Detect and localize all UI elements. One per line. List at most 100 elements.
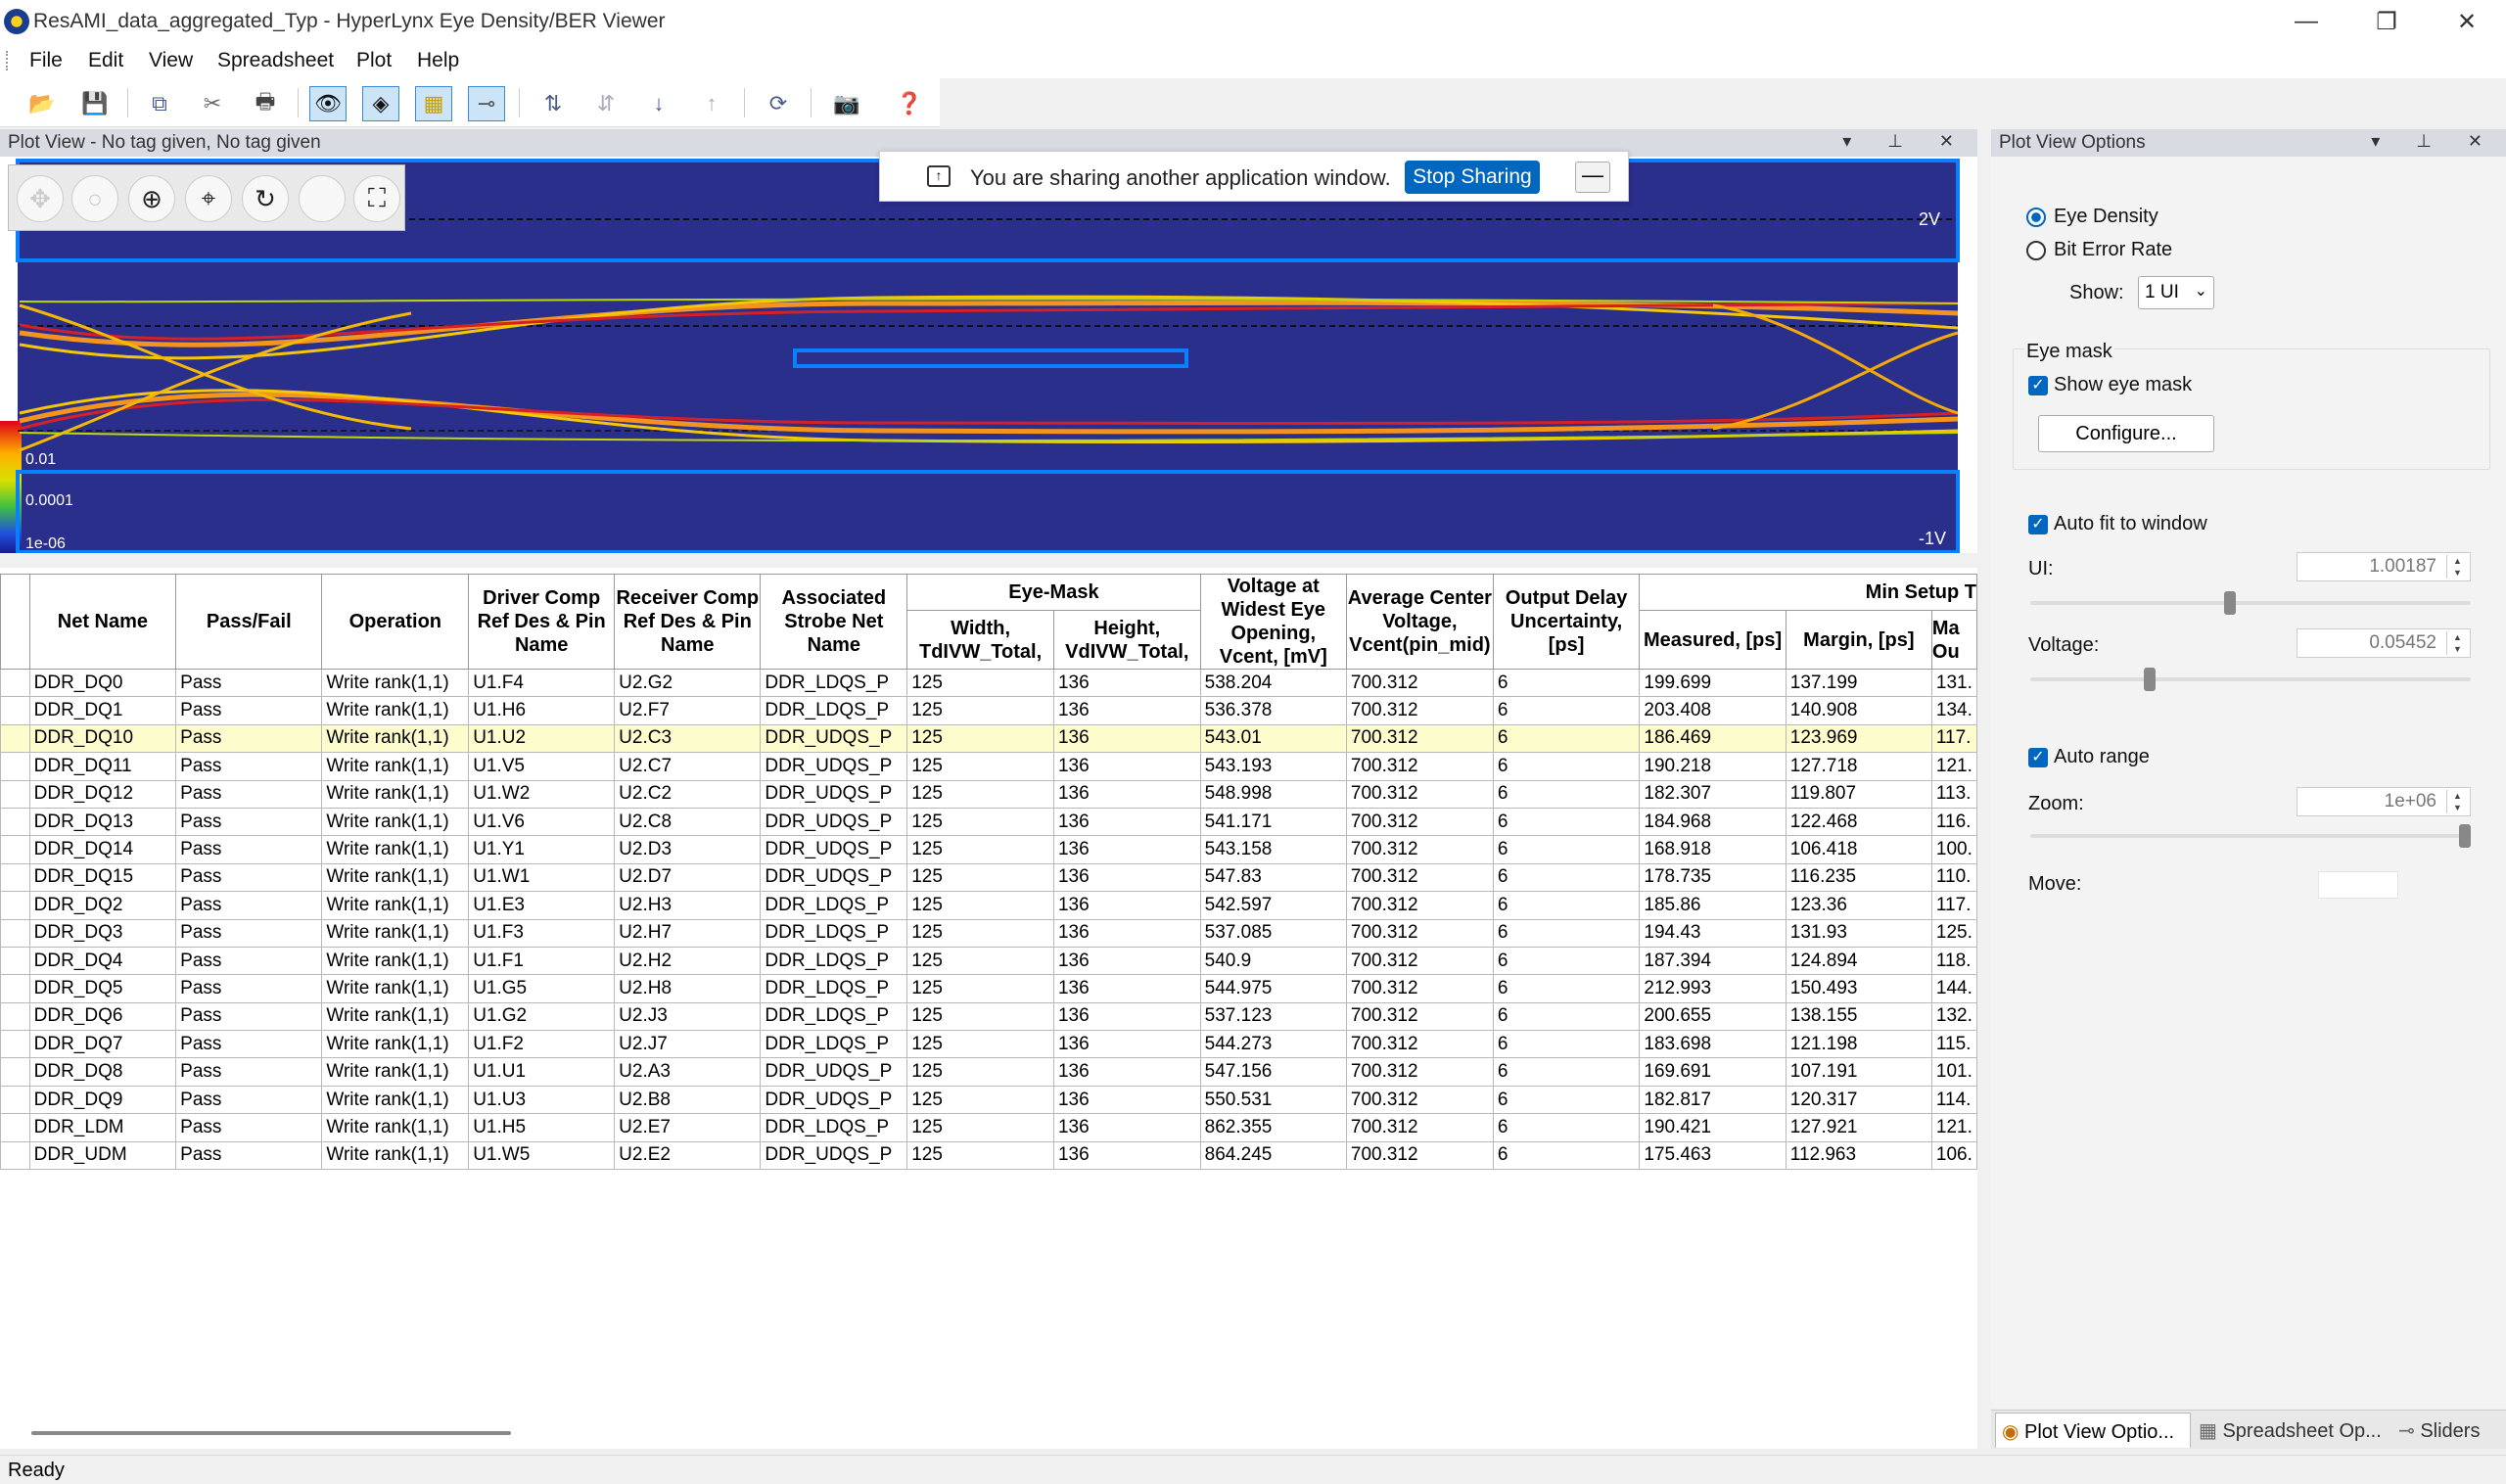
col-operation[interactable]: Operation bbox=[321, 574, 470, 670]
cell-height[interactable]: 136 bbox=[1052, 1085, 1201, 1115]
cut-icon[interactable]: ✂ bbox=[194, 86, 231, 121]
cell-pass-fail[interactable]: Pass bbox=[175, 1085, 323, 1115]
table-row[interactable]: DDR_DQ7 Pass Write rank(1,1) U1.F2 U2.J7 DDR_… bbox=[0, 1030, 1977, 1059]
cell-receiver[interactable]: U2.C2 bbox=[614, 779, 762, 809]
cell-margin[interactable]: 122.468 bbox=[1785, 807, 1932, 837]
cell-vcent[interactable]: 543.158 bbox=[1199, 835, 1347, 864]
voltage-spin-arrows[interactable]: ▲ ▼ bbox=[2446, 631, 2468, 655]
cell-margin[interactable]: 127.718 bbox=[1785, 752, 1932, 781]
row-header[interactable] bbox=[0, 891, 30, 920]
cell-receiver[interactable]: U2.H2 bbox=[614, 946, 762, 976]
cell-width[interactable]: 125 bbox=[906, 946, 1054, 976]
cell-width[interactable]: 125 bbox=[906, 862, 1054, 893]
cell-pass-fail[interactable]: Pass bbox=[175, 752, 323, 781]
cell-net-name[interactable]: DDR_DQ8 bbox=[28, 1057, 177, 1087]
cell-operation[interactable]: Write rank(1,1) bbox=[321, 668, 470, 698]
cell-output-delay[interactable]: 6 bbox=[1492, 696, 1641, 725]
table-row[interactable]: DDR_DQ12 Pass Write rank(1,1) U1.W2 U2.C2 DDR… bbox=[0, 779, 1977, 809]
cell-margin[interactable]: 137.199 bbox=[1785, 668, 1932, 698]
cell-output-delay[interactable]: 6 bbox=[1492, 1030, 1641, 1059]
cell-output-delay[interactable]: 6 bbox=[1492, 1057, 1641, 1087]
cell-strobe[interactable]: DDR_UDQS_P bbox=[760, 779, 908, 809]
cell-vcent[interactable]: 544.273 bbox=[1199, 1030, 1347, 1059]
cell-measured[interactable]: 185.86 bbox=[1639, 891, 1787, 920]
cell-output-delay[interactable]: 6 bbox=[1492, 807, 1641, 837]
table-row[interactable]: DDR_UDM Pass Write rank(1,1) U1.W5 U2.E2 DDR_… bbox=[0, 1140, 1977, 1171]
cell-avg-center[interactable]: 700.312 bbox=[1345, 1085, 1494, 1115]
cell-width[interactable]: 125 bbox=[906, 779, 1054, 809]
cell-measured[interactable]: 186.469 bbox=[1639, 723, 1787, 754]
cell-width[interactable]: 125 bbox=[906, 807, 1054, 837]
cell-measured[interactable]: 190.421 bbox=[1639, 1113, 1787, 1142]
cell-height[interactable]: 136 bbox=[1052, 779, 1201, 809]
restore-button[interactable]: ❐ bbox=[2347, 0, 2426, 43]
cell-measured[interactable]: 184.968 bbox=[1639, 807, 1787, 837]
refresh-icon[interactable]: ⟳ bbox=[760, 86, 797, 121]
show-eye-mask-label[interactable]: Show eye mask bbox=[2054, 374, 2192, 396]
cell-net-name[interactable]: DDR_DQ15 bbox=[28, 862, 177, 893]
row-header[interactable] bbox=[0, 974, 30, 1003]
cell-operation[interactable]: Write rank(1,1) bbox=[321, 1001, 470, 1032]
cell-receiver[interactable]: U2.F7 bbox=[614, 696, 762, 725]
cell-net-name[interactable]: DDR_DQ11 bbox=[28, 752, 177, 781]
zoom-spinbox[interactable]: 1e+06 ▲ ▼ bbox=[2297, 787, 2471, 816]
cell-max-output[interactable]: 110. bbox=[1930, 862, 1977, 893]
cell-max-output[interactable]: 144. bbox=[1930, 974, 1977, 1003]
panel-controls[interactable]: ▾ ⊥ ✕ bbox=[1842, 131, 1970, 152]
cell-strobe[interactable]: DDR_LDQS_P bbox=[760, 668, 908, 698]
cell-width[interactable]: 125 bbox=[906, 1140, 1054, 1171]
cell-vcent[interactable]: 538.204 bbox=[1199, 668, 1347, 698]
tab-sliders[interactable]: ⊸ Sliders bbox=[2392, 1413, 2502, 1448]
eye-icon[interactable]: 👁 bbox=[309, 86, 347, 121]
ui-spinbox[interactable]: 1.00187 ▲ ▼ bbox=[2297, 552, 2471, 581]
cell-width[interactable]: 125 bbox=[906, 668, 1054, 698]
camera-icon[interactable]: 📷 bbox=[828, 86, 865, 121]
save-icon[interactable]: 💾 bbox=[76, 86, 114, 121]
cell-pass-fail[interactable]: Pass bbox=[175, 723, 323, 754]
cell-receiver[interactable]: U2.B8 bbox=[614, 1085, 762, 1115]
cell-avg-center[interactable]: 700.312 bbox=[1345, 1140, 1494, 1171]
cell-height[interactable]: 136 bbox=[1052, 807, 1201, 837]
cell-strobe[interactable]: DDR_UDQS_P bbox=[760, 1140, 908, 1171]
cell-avg-center[interactable]: 700.312 bbox=[1345, 835, 1494, 864]
cell-pass-fail[interactable]: Pass bbox=[175, 918, 323, 948]
cell-receiver[interactable]: U2.D3 bbox=[614, 835, 762, 864]
move-icon[interactable]: ⊕ bbox=[128, 175, 175, 222]
cell-width[interactable]: 125 bbox=[906, 1057, 1054, 1087]
cell-output-delay[interactable]: 6 bbox=[1492, 946, 1641, 976]
cell-net-name[interactable]: DDR_UDM bbox=[28, 1140, 177, 1171]
row-header[interactable] bbox=[0, 1030, 30, 1059]
table-row[interactable]: DDR_DQ3 Pass Write rank(1,1) U1.F3 U2.H7 DDR_… bbox=[0, 918, 1977, 948]
cell-net-name[interactable]: DDR_LDM bbox=[28, 1113, 177, 1142]
menu-spreadsheet[interactable]: Spreadsheet bbox=[217, 49, 334, 72]
cell-driver[interactable]: U1.U3 bbox=[468, 1085, 616, 1115]
cell-height[interactable]: 136 bbox=[1052, 1113, 1201, 1142]
cell-operation[interactable]: Write rank(1,1) bbox=[321, 752, 470, 781]
cell-strobe[interactable]: DDR_UDQS_P bbox=[760, 723, 908, 754]
cell-operation[interactable]: Write rank(1,1) bbox=[321, 862, 470, 893]
cell-net-name[interactable]: DDR_DQ10 bbox=[28, 723, 177, 754]
row-header[interactable] bbox=[0, 1140, 30, 1171]
mask-icon[interactable]: ▦ bbox=[415, 86, 452, 121]
cell-margin[interactable]: 119.807 bbox=[1785, 779, 1932, 809]
auto-range-label[interactable]: Auto range bbox=[2054, 746, 2150, 768]
row-header[interactable] bbox=[0, 807, 30, 837]
cell-strobe[interactable]: DDR_UDQS_P bbox=[760, 1057, 908, 1087]
table-row[interactable]: DDR_DQ10 Pass Write rank(1,1) U1.U2 U2.C3 DDR… bbox=[0, 723, 1977, 754]
reset-icon[interactable]: ↻ bbox=[242, 175, 289, 222]
cell-avg-center[interactable]: 700.312 bbox=[1345, 779, 1494, 809]
cell-strobe[interactable]: DDR_LDQS_P bbox=[760, 891, 908, 920]
cell-net-name[interactable]: DDR_DQ1 bbox=[28, 696, 177, 725]
cell-net-name[interactable]: DDR_DQ4 bbox=[28, 946, 177, 976]
row-header[interactable] bbox=[0, 696, 30, 725]
table-row[interactable]: DDR_DQ8 Pass Write rank(1,1) U1.U1 U2.A3 DDR_… bbox=[0, 1057, 1977, 1087]
ui-slider-track[interactable] bbox=[2030, 601, 2471, 605]
col-strobe[interactable]: Associated Strobe Net Name bbox=[760, 574, 908, 670]
cell-receiver[interactable]: U2.A3 bbox=[614, 1057, 762, 1087]
cell-max-output[interactable]: 101. bbox=[1930, 1057, 1977, 1087]
cell-height[interactable]: 136 bbox=[1052, 918, 1201, 948]
open-icon[interactable]: 📂 bbox=[23, 86, 61, 121]
cell-avg-center[interactable]: 700.312 bbox=[1345, 752, 1494, 781]
cell-receiver[interactable]: U2.G2 bbox=[614, 668, 762, 698]
tab-plot-view-options[interactable]: ◉ Plot View Optio... bbox=[1995, 1413, 2191, 1448]
